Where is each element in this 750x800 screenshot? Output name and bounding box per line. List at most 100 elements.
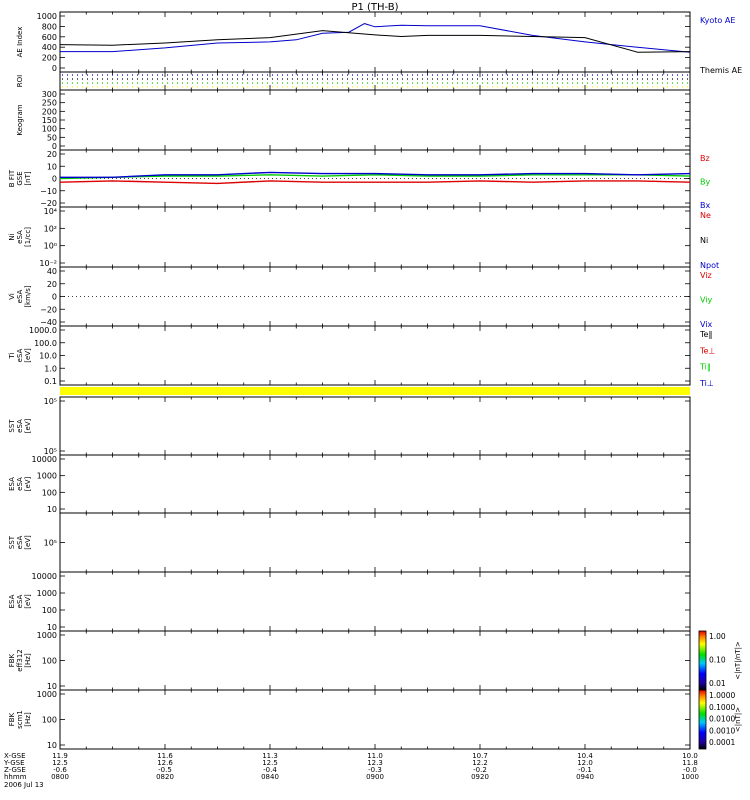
panel-bfgm: 20100−10−20B FIT GSE [nT]BzByBx xyxy=(8,149,710,210)
y-axis-label: FBK xyxy=(8,653,16,667)
y-tick-label: 10⁴ xyxy=(44,207,57,216)
y-axis-label: ESA xyxy=(8,477,16,491)
y-axis-label: FBK xyxy=(8,712,16,726)
legend-entry: Viy xyxy=(700,296,713,305)
chart-title: P1 (TH-B) xyxy=(351,2,398,13)
legend-entry: Viz xyxy=(700,271,712,280)
panel-fbk1: 100010010FBK eff312 [Hz] xyxy=(8,630,691,691)
panel-frame xyxy=(59,396,691,456)
y-axis-label: eSA xyxy=(16,594,24,608)
y-axis-label: [eV] xyxy=(24,535,32,550)
colorbar-tick-label: 0.0100 xyxy=(709,715,735,724)
chart-figure: P1 (TH-B) 10008006004002000AE IndexKyoto… xyxy=(3,2,742,789)
y-tick-label: 10 xyxy=(47,505,57,514)
y-tick-label: 600 xyxy=(42,33,57,42)
yellow-strip xyxy=(60,387,690,395)
x-column-value: 1000 xyxy=(681,773,699,781)
colorbar-scale xyxy=(698,630,707,691)
y-axis-label: Vi xyxy=(8,293,16,300)
y-tick-label: 0 xyxy=(52,64,57,73)
y-axis-label: eSA xyxy=(16,289,24,303)
legend-entry: Ni xyxy=(700,236,708,245)
y-axis-label: eSA xyxy=(16,477,24,491)
x-column-value: 0920 xyxy=(471,773,489,781)
y-tick-label: 10 xyxy=(47,741,57,750)
y-axis-label: SST xyxy=(8,419,16,433)
y-axis-label: eSA xyxy=(16,230,24,244)
y-axis-label: [1/cc] xyxy=(24,227,32,247)
y-tick-label: 40 xyxy=(47,267,57,276)
legend-entry: Bx xyxy=(700,201,710,210)
panel-fbk2: 1000 100 10 FBK scm1 [Hz] xyxy=(8,689,691,750)
panel-esa1: 10000 1000 100 10 ESA eSA [eV] xyxy=(8,454,691,514)
panel-frame xyxy=(59,571,691,632)
panel-frame xyxy=(59,454,691,514)
y-axis-label: [nT] xyxy=(24,171,32,185)
y-axis-label: eSA xyxy=(16,535,24,549)
y-tick-label: 0 xyxy=(52,175,57,184)
x-column-value: 0820 xyxy=(156,773,174,781)
y-tick-label: 100.0 xyxy=(34,339,57,348)
colorbar-2: 1.0000 0.1000 0.0100 0.0010 0.0001 <|nT|> xyxy=(698,689,742,750)
panels-layer: 10008006004002000AE IndexKyoto AEThemis … xyxy=(8,11,742,750)
panel-sst2: 10⁵ SST eSA [eV] xyxy=(8,512,691,573)
y-axis-label: B FIT xyxy=(8,169,16,187)
x-column-value: 0940 xyxy=(576,773,594,781)
colorbars-layer: 1.00 0.10 0.01 <|nT|/nT|> 1.0000 0.1000 0.0100… xyxy=(698,630,742,750)
y-axis-label: Ti xyxy=(8,352,16,359)
legend-entry: By xyxy=(700,178,710,187)
y-axis-label: Ni xyxy=(8,233,16,240)
y-axis-label: [eV] xyxy=(24,348,32,363)
legend-entry: Ti‖ xyxy=(699,363,711,372)
panel-ae: 1000800 600400 2000 AE Index Kyoto AE Themis … xyxy=(16,11,742,75)
x-column-value: 0840 xyxy=(261,773,279,781)
legend-entry: Te⊥ xyxy=(699,346,715,355)
y-tick-label: 800 xyxy=(42,22,57,31)
y-tick-label: 1000 xyxy=(37,690,57,699)
y-axis-label: AE Index xyxy=(16,27,24,58)
y-axis-label: [eV] xyxy=(24,418,32,433)
y-tick-label: 10.0 xyxy=(39,352,57,361)
y-axis-label: eff312 xyxy=(16,649,24,672)
y-axis-label: eSA xyxy=(16,419,24,433)
colorbar-scale xyxy=(698,689,707,750)
panel-frame xyxy=(59,206,691,268)
y-tick-label: 100 xyxy=(42,488,57,497)
panel-vi: 40200−20−40Vi eSA [km/s]VizViyVix xyxy=(8,266,713,329)
y-tick-label: 150 xyxy=(42,116,57,125)
y-axis-label: SST xyxy=(8,535,16,549)
colorbar-tick-label: 1.0000 xyxy=(709,691,735,700)
x-column-0820: 11.612.6-0.50820 xyxy=(156,752,174,781)
series-line-bz xyxy=(59,180,691,185)
y-tick-label: 10⁰ xyxy=(44,242,57,251)
y-tick-label: 0.1 xyxy=(44,377,57,386)
y-tick-label: 1.0 xyxy=(44,364,57,373)
legend-entry: Ti⊥ xyxy=(699,379,714,388)
legend-entry: Npot xyxy=(700,261,719,270)
panel-sst1: 10⁵10⁵SST eSA [eV] xyxy=(8,396,691,456)
legend-entry: Vix xyxy=(700,320,713,329)
legend-entry: Kyoto AE xyxy=(700,16,735,25)
y-axis-label: [eV] xyxy=(24,476,32,491)
y-axis-label: [Hz] xyxy=(24,653,32,668)
y-tick-label: 0 xyxy=(52,293,57,302)
colorbar-tick-label: 1.00 xyxy=(709,632,726,641)
y-tick-label: 100 xyxy=(42,716,57,725)
panel-frame xyxy=(59,89,691,151)
y-tick-label: 1000 xyxy=(37,472,57,481)
colorbar-label: <|nT|> xyxy=(734,707,742,732)
y-axis-label: ESA xyxy=(8,594,16,608)
y-tick-label: 100 xyxy=(42,657,57,666)
y-tick-label: 10² xyxy=(44,224,57,233)
y-axis-label: ROI xyxy=(16,75,24,87)
panel-frame xyxy=(59,689,691,750)
y-tick-label: 1000 xyxy=(37,12,57,21)
panel-ni: 10⁴10²10⁰10⁻²Ni eSA [1/cc]NeNiNpot xyxy=(8,206,719,270)
y-tick-label: 400 xyxy=(42,43,57,52)
y-tick-label: 10 xyxy=(47,162,57,171)
legend-entry: Te‖ xyxy=(699,330,712,339)
y-tick-label: 50 xyxy=(47,133,57,142)
y-tick-label: 100 xyxy=(42,125,57,134)
colorbar-tick-label: 0.1000 xyxy=(709,703,735,712)
x-column-0920: 10.712.2-0.20920 xyxy=(471,752,489,781)
